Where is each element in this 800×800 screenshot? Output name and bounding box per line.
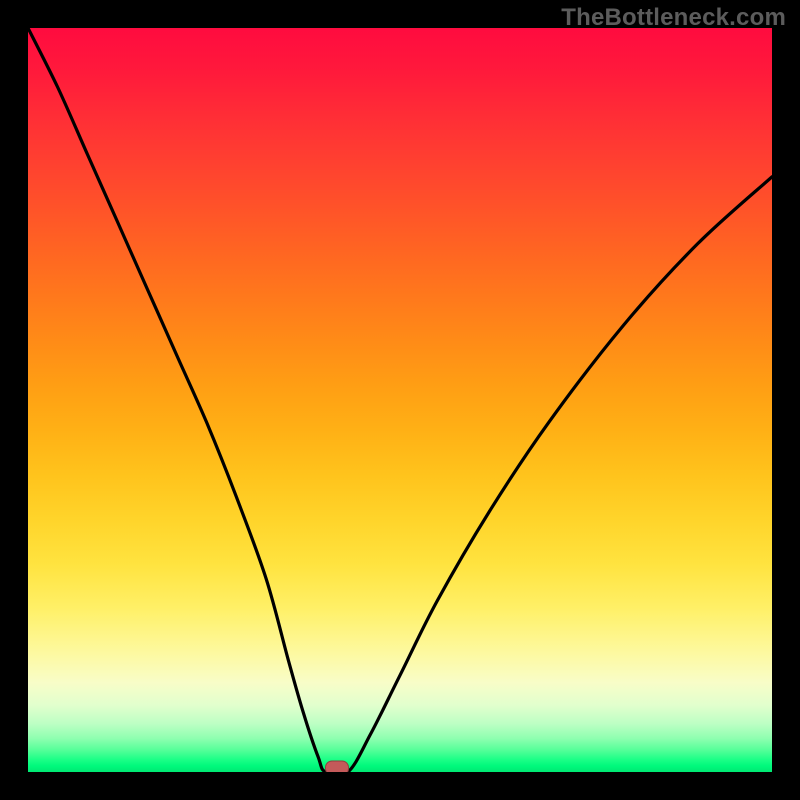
bottleneck-curve xyxy=(28,28,772,772)
curve-svg xyxy=(28,28,772,772)
optimum-marker xyxy=(325,761,349,772)
plot-area xyxy=(28,28,772,772)
chart-frame: TheBottleneck.com xyxy=(0,0,800,800)
